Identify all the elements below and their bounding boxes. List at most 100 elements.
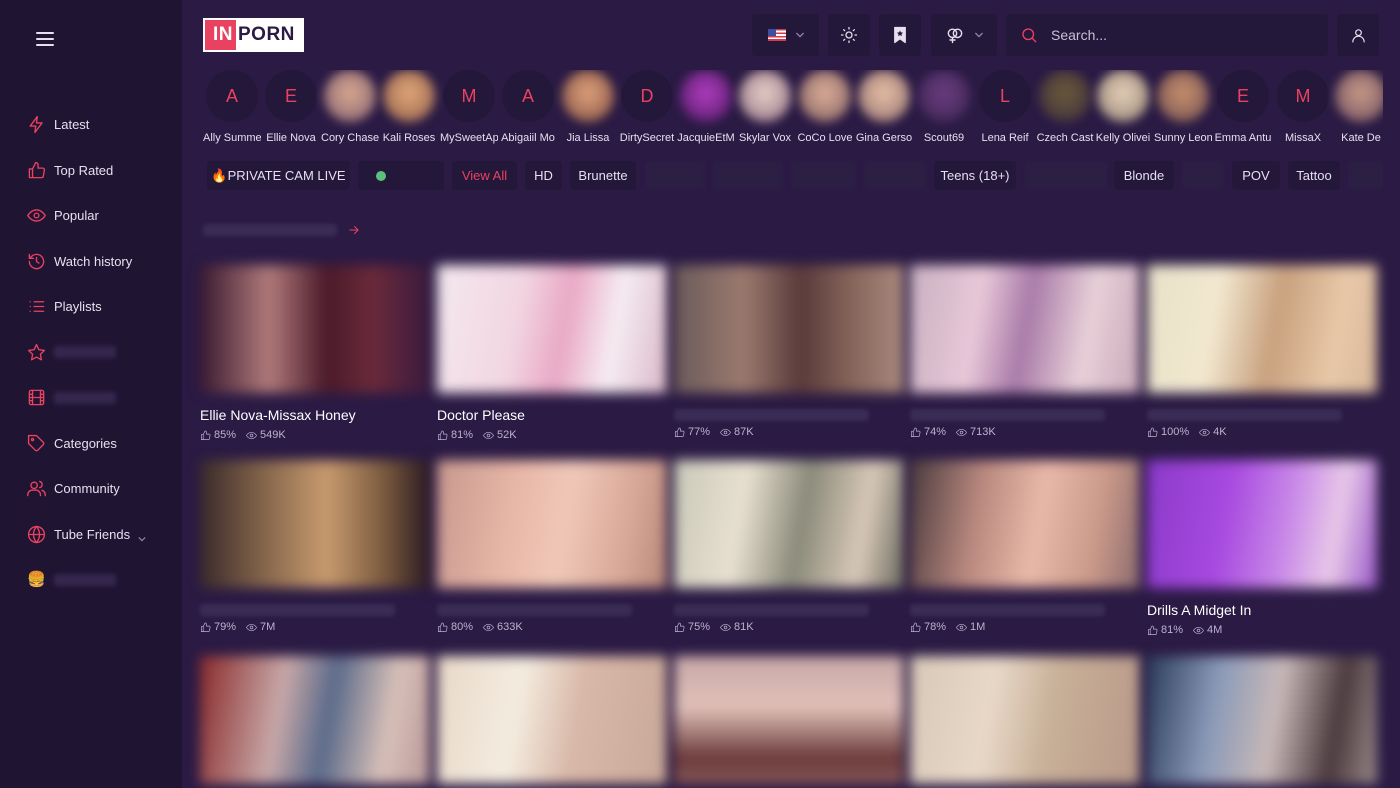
model-item[interactable]: Kate De	[1332, 70, 1383, 144]
sidebar-item-categories[interactable]: Categories	[0, 421, 182, 467]
tag-item[interactable]	[1182, 161, 1224, 190]
model-item[interactable]: A Ally Summe	[203, 70, 262, 144]
tag-live-cams[interactable]	[358, 161, 444, 190]
model-item[interactable]: CoCo Love	[796, 70, 855, 144]
model-item[interactable]: A Abigaiil Mo	[499, 70, 558, 144]
model-item[interactable]: Cory Chase	[321, 70, 380, 144]
sidebar-item-films[interactable]	[0, 375, 182, 421]
video-card[interactable]: 100% 4K	[1147, 265, 1377, 438]
video-card[interactable]: 79% 7M	[200, 460, 430, 633]
sidebar-item-label	[54, 346, 116, 359]
video-card[interactable]: Ellie Nova-Missax Honey 85% 549K	[200, 265, 430, 441]
video-title[interactable]	[910, 409, 1105, 421]
video-card[interactable]	[910, 656, 1140, 784]
orientation-selector[interactable]	[931, 14, 997, 56]
video-title[interactable]: Ellie Nova-Missax Honey	[200, 407, 430, 424]
video-title[interactable]	[674, 604, 869, 616]
video-thumbnail[interactable]	[437, 265, 667, 393]
tag-item[interactable]	[1348, 161, 1383, 190]
sidebar-item-community[interactable]: Community	[0, 466, 182, 512]
model-item[interactable]: M MySweetAp	[440, 70, 499, 144]
video-thumbnail[interactable]	[437, 460, 667, 588]
language-selector[interactable]	[752, 14, 819, 56]
sidebar-item-playlists[interactable]: Playlists	[0, 284, 182, 330]
model-item[interactable]: M MissaX	[1274, 70, 1333, 144]
theme-toggle-button[interactable]	[828, 14, 870, 56]
video-thumbnail[interactable]	[910, 265, 1140, 393]
eye-icon	[720, 623, 731, 631]
tag-brunette[interactable]: Brunette	[570, 161, 636, 190]
video-thumbnail[interactable]	[910, 656, 1140, 784]
tag-private-cam[interactable]: 🔥PRIVATE CAM LIVE	[207, 161, 350, 190]
account-button[interactable]	[1337, 14, 1379, 56]
model-item[interactable]: Gina Gerso	[855, 70, 914, 144]
video-thumbnail[interactable]	[200, 656, 430, 784]
video-card[interactable]: 75% 81K	[674, 460, 904, 633]
video-thumbnail[interactable]	[674, 460, 904, 588]
tag-item[interactable]	[645, 161, 705, 190]
tag-item[interactable]	[791, 161, 856, 190]
model-item[interactable]: JacquieEtM	[677, 70, 736, 144]
tag-item[interactable]	[864, 161, 926, 190]
model-item[interactable]: Kelly Olivei	[1094, 70, 1153, 144]
video-title[interactable]	[200, 604, 395, 616]
site-logo[interactable]: IN PORN	[203, 18, 304, 52]
search-input[interactable]	[1051, 27, 1311, 43]
video-thumbnail[interactable]	[200, 265, 430, 393]
section-heading-link[interactable]	[203, 220, 361, 240]
video-card[interactable]: 77% 87K	[674, 265, 904, 438]
menu-icon[interactable]	[36, 32, 54, 46]
tag-item[interactable]	[1025, 161, 1107, 190]
video-title[interactable]: Drills A Midget In	[1147, 602, 1377, 619]
video-card[interactable]	[1147, 656, 1377, 784]
model-item[interactable]: Scout69	[915, 70, 974, 144]
bookmarks-button[interactable]	[879, 14, 921, 56]
tag-item[interactable]	[713, 161, 783, 190]
sidebar-item-favorites[interactable]	[0, 330, 182, 376]
video-card[interactable]: Doctor Please 81% 52K	[437, 265, 667, 441]
video-thumbnail[interactable]	[1147, 460, 1377, 588]
model-item[interactable]: L Lena Reif	[976, 70, 1035, 144]
model-item[interactable]: E Emma Antu	[1214, 70, 1273, 144]
video-title[interactable]	[437, 604, 632, 616]
model-item[interactable]: Jia Lissa	[559, 70, 618, 144]
sidebar-item-latest[interactable]: Latest	[0, 102, 182, 148]
model-item[interactable]: Skylar Vox	[736, 70, 795, 144]
model-item[interactable]: Czech Cast	[1036, 70, 1095, 144]
model-item[interactable]: Kali Roses	[380, 70, 439, 144]
video-thumbnail[interactable]	[674, 656, 904, 784]
video-thumbnail[interactable]	[437, 656, 667, 784]
video-thumbnail[interactable]	[1147, 265, 1377, 393]
model-item[interactable]: D DirtySecret	[618, 70, 677, 144]
tag-pov[interactable]: POV	[1232, 161, 1280, 190]
sidebar-item-special[interactable]: 🍔	[0, 557, 182, 603]
sidebar-item-popular[interactable]: Popular	[0, 193, 182, 239]
video-card[interactable]: 80% 633K	[437, 460, 667, 633]
video-title[interactable]	[674, 409, 869, 421]
video-card[interactable]	[674, 656, 904, 784]
sidebar-item-top-rated[interactable]: Top Rated	[0, 148, 182, 194]
video-thumbnail[interactable]	[674, 265, 904, 393]
tag-tattoo[interactable]: Tattoo	[1288, 161, 1340, 190]
sidebar-item-tube-friends[interactable]: Tube Friends	[0, 512, 182, 558]
model-item[interactable]: E Ellie Nova	[262, 70, 321, 144]
tag-view-all[interactable]: View All	[452, 161, 517, 190]
video-card[interactable]	[437, 656, 667, 784]
tag-blonde[interactable]: Blonde	[1114, 161, 1174, 190]
video-card[interactable]	[200, 656, 430, 784]
video-thumbnail[interactable]	[1147, 656, 1377, 784]
tag-hd[interactable]: HD	[525, 161, 562, 190]
video-title[interactable]	[910, 604, 1105, 616]
video-card[interactable]: Drills A Midget In 81% 4M	[1147, 460, 1377, 636]
video-title[interactable]: Doctor Please	[437, 407, 667, 424]
video-views: 7M	[260, 621, 276, 633]
sidebar-item-label: Top Rated	[54, 162, 114, 178]
video-card[interactable]: 74% 713K	[910, 265, 1140, 438]
video-thumbnail[interactable]	[200, 460, 430, 588]
video-thumbnail[interactable]	[910, 460, 1140, 588]
video-title[interactable]	[1147, 409, 1342, 421]
model-item[interactable]: Sunny Leon	[1154, 70, 1213, 144]
video-card[interactable]: 78% 1M	[910, 460, 1140, 633]
tag-teens[interactable]: Teens (18+)	[934, 161, 1016, 190]
sidebar-item-watch-history[interactable]: Watch history	[0, 239, 182, 285]
